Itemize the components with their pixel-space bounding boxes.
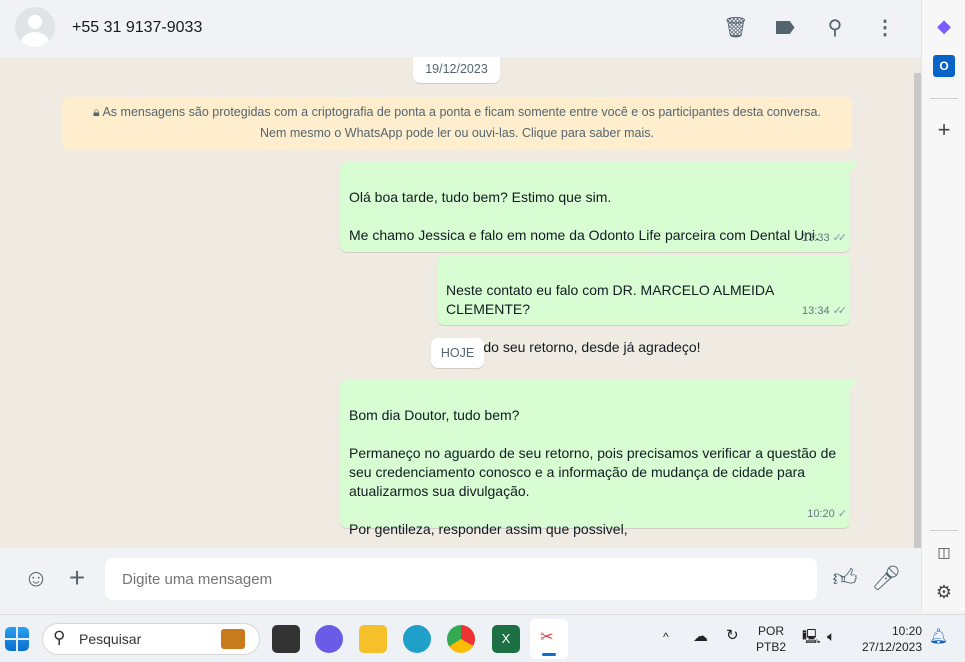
teams-icon[interactable] bbox=[315, 625, 343, 653]
composer: ☺ + 👍︎ 🎤︎ bbox=[0, 548, 921, 611]
chat-header: +55 31 9137-9033 🗑 ⚲ ⋮ bbox=[0, 0, 921, 57]
edge-icon[interactable] bbox=[403, 625, 431, 653]
read-check-icon: ✓✓ bbox=[832, 232, 848, 244]
search-icon[interactable]: ⚲ bbox=[823, 16, 847, 40]
avatar[interactable] bbox=[15, 7, 55, 47]
show-hidden-icons[interactable]: ^ bbox=[663, 629, 669, 645]
network-icon[interactable]: 🖳 bbox=[802, 628, 821, 644]
task-view-icon[interactable] bbox=[272, 625, 300, 653]
today-chip: HOJE bbox=[431, 338, 484, 368]
sent-check-icon: ✓ bbox=[837, 508, 847, 520]
add-icon[interactable]: + bbox=[933, 119, 955, 141]
sync-icon[interactable]: ↻ bbox=[726, 628, 739, 644]
thumbs-up-icon[interactable]: 👍︎ bbox=[831, 567, 859, 591]
taskbar-search[interactable]: ⚲ Pesquisar bbox=[42, 623, 260, 655]
emoji-icon[interactable]: ☺ bbox=[22, 567, 50, 591]
edge-sidebar: ◆ O + ◫ ⚙ bbox=[921, 0, 965, 611]
whatsapp-window: +55 31 9137-9033 🗑 ⚲ ⋮ 19/12/2023 🔒︎ As … bbox=[0, 0, 921, 611]
cloud-offline-icon[interactable]: ☁ bbox=[693, 629, 708, 645]
message-bubble[interactable]: Neste contato eu falo com DR. MARCELO AL… bbox=[437, 255, 850, 355]
contact-name[interactable]: +55 31 9137-9033 bbox=[72, 19, 202, 37]
label-icon[interactable] bbox=[773, 16, 797, 40]
menu-icon[interactable]: ⋮ bbox=[873, 16, 897, 40]
excel-icon[interactable]: X bbox=[492, 625, 520, 653]
date-chip: 19/12/2023 bbox=[413, 57, 500, 83]
taskbar: ⚲ Pesquisar X ✂ ^ ☁ ↻ POR PTB2 🖳 🔈︎ 10:20 2… bbox=[0, 614, 965, 662]
chrome-icon[interactable] bbox=[447, 625, 475, 653]
archive-icon[interactable]: 🗑 bbox=[723, 16, 748, 40]
file-explorer-icon[interactable] bbox=[359, 625, 387, 653]
clock[interactable]: 10:20 27/12/2023 bbox=[858, 623, 922, 655]
message-list: 19/12/2023 🔒︎ As mensagens são protegida… bbox=[0, 57, 913, 548]
settings-gear-icon[interactable]: ⚙ bbox=[933, 581, 955, 603]
message-input[interactable] bbox=[105, 558, 817, 600]
volume-icon[interactable]: 🔈︎ bbox=[827, 628, 835, 644]
message-bubble[interactable]: Bom dia Doutor, tudo bem? Permaneço no a… bbox=[340, 380, 858, 537]
sidebar-toggle-icon[interactable]: ◫ bbox=[933, 541, 955, 563]
notification-bell-icon[interactable]: 🔔︎ bbox=[929, 629, 948, 645]
attach-plus-icon[interactable]: + bbox=[63, 564, 91, 592]
language-indicator[interactable]: POR PTB2 bbox=[756, 623, 786, 655]
encryption-notice[interactable]: 🔒︎ As mensagens são protegidas com a cri… bbox=[62, 97, 852, 150]
windows-start-icon[interactable] bbox=[5, 627, 29, 651]
scrollbar[interactable] bbox=[914, 73, 921, 548]
snipping-tool-icon[interactable]: ✂ bbox=[530, 619, 568, 659]
microphone-icon[interactable]: 🎤︎ bbox=[871, 567, 901, 591]
copilot-icon[interactable]: ◆ bbox=[933, 15, 955, 37]
read-check-icon: ✓✓ bbox=[832, 305, 848, 317]
search-icon: ⚲ bbox=[53, 628, 66, 647]
briefcase-icon bbox=[221, 629, 245, 649]
outlook-icon[interactable]: O bbox=[933, 55, 955, 77]
message-bubble[interactable]: Olá boa tarde, tudo bem? Estimo que sim.… bbox=[340, 162, 858, 252]
